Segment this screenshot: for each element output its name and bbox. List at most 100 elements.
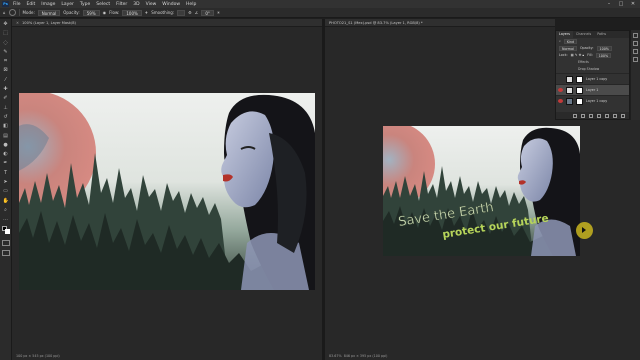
frame-tool-icon[interactable]: ⊠ (3, 67, 9, 73)
background-color[interactable] (5, 229, 10, 234)
angle-field[interactable]: 0° (201, 9, 214, 16)
brush-preset-icon[interactable] (8, 9, 16, 16)
layer-mask-thumbnail[interactable] (576, 86, 583, 94)
shape-tool-icon[interactable]: ▭ (3, 188, 9, 194)
new-layer-icon[interactable] (613, 113, 617, 118)
pressure-opacity-icon[interactable]: ◉ (103, 10, 107, 15)
lasso-tool-icon[interactable]: ◌ (3, 40, 9, 46)
airbrush-icon[interactable]: ✈ (145, 10, 148, 15)
add-mask-icon[interactable] (589, 113, 593, 118)
more-tools-icon[interactable]: … (3, 216, 9, 222)
adjustment-layer-icon[interactable] (597, 113, 601, 118)
tab-paths[interactable]: Paths (594, 31, 609, 38)
close-tab-icon[interactable]: ✕ (16, 21, 19, 25)
canvas-right[interactable]: Save the Earth protect our future (383, 126, 580, 256)
new-group-icon[interactable] (605, 113, 609, 118)
drop-shadow-item[interactable]: Drop Shadow (556, 66, 629, 73)
menu-file[interactable]: File (13, 2, 21, 7)
layer-name[interactable]: Layer 1 (586, 88, 598, 92)
crop-tool-icon[interactable]: ⌗ (3, 58, 9, 64)
layer-name[interactable]: Layer 1 copy (586, 77, 607, 81)
path-select-icon[interactable]: ➤ (3, 179, 9, 185)
visibility-eye-icon[interactable] (558, 99, 563, 103)
link-layers-icon[interactable] (573, 113, 577, 118)
fx-icon[interactable] (581, 113, 585, 118)
panel-icon-strip (631, 30, 640, 120)
menu-3d[interactable]: 3D (133, 2, 139, 7)
effects-item[interactable]: Effects (556, 59, 629, 66)
dodge-tool-icon[interactable]: ◐ (3, 151, 9, 157)
flow-field[interactable]: 100% (122, 9, 142, 16)
smoothing-settings-icon[interactable]: ⚙ (188, 10, 192, 15)
symmetry-icon[interactable]: ✳ (217, 10, 220, 15)
layer-row[interactable]: Layer 1 copy (556, 95, 629, 106)
divider (18, 9, 20, 16)
maximize-button[interactable]: □ (616, 0, 626, 8)
menu-select[interactable]: Select (96, 2, 110, 7)
menu-filter[interactable]: Filter (116, 2, 127, 7)
blend-mode-select[interactable]: Normal (559, 46, 577, 51)
menu-bar: Ps File Edit Image Layer Type Select Fil… (0, 0, 640, 8)
canvas-left[interactable] (19, 93, 315, 290)
trash-icon[interactable] (621, 113, 625, 118)
screen-mode-icon[interactable] (2, 250, 10, 256)
home-icon[interactable]: ⌂ (3, 10, 6, 15)
document-tab-right[interactable]: PHOTO21_S1 (Mex).psd @ 83.7% (Layer 1, R… (325, 19, 555, 27)
document-tab-left[interactable]: ✕ 100% (Layer 1, Layer Mask/8) (12, 19, 322, 27)
lock-icons[interactable]: ▦ ✎ ✥ 🔒︎ (571, 52, 585, 59)
eyedropper-tool-icon[interactable]: ⁄ (3, 77, 9, 83)
type-tool-icon[interactable]: T (3, 170, 9, 176)
zoom-tool-icon[interactable]: ⌕ (3, 207, 9, 213)
menu-view[interactable]: View (146, 2, 157, 7)
layer-row[interactable]: Layer 1 copy (556, 73, 629, 84)
brush-tool-icon[interactable]: ✐ (3, 95, 9, 101)
history-panel-icon[interactable] (633, 33, 638, 38)
menu-layer[interactable]: Layer (61, 2, 74, 7)
layer-name[interactable]: Layer 1 copy (586, 99, 607, 103)
menu-help[interactable]: Help (186, 2, 196, 7)
menu-type[interactable]: Type (80, 2, 90, 7)
pen-tool-icon[interactable]: ✒ (3, 160, 9, 166)
opacity-field[interactable]: 59% (82, 9, 100, 16)
lock-row: Lock: ▦ ✎ ✥ 🔒︎ Fill: 100% (556, 52, 629, 59)
history-brush-icon[interactable]: ↺ (3, 114, 9, 120)
stamp-tool-icon[interactable]: ⊥ (3, 105, 9, 111)
gradient-tool-icon[interactable]: ▤ (3, 133, 9, 139)
layer-mask-thumbnail[interactable] (576, 75, 583, 83)
document-title-left: 100% (Layer 1, Layer Mask/8) (22, 21, 76, 25)
smoothing-field[interactable] (177, 9, 186, 16)
marquee-tool-icon[interactable]: ⬚ (3, 30, 9, 36)
tab-channels[interactable]: Channels (573, 31, 594, 38)
mode-select[interactable]: Normal (37, 9, 61, 16)
visibility-eye-icon[interactable] (558, 77, 563, 81)
layer-mask-thumbnail[interactable] (576, 97, 583, 105)
layers-panel-footer (556, 112, 629, 119)
minimize-button[interactable]: – (604, 0, 614, 8)
fill-field[interactable]: 100% (595, 53, 612, 58)
layer-row-selected[interactable]: Layer 1 (556, 84, 629, 95)
libraries-panel-icon[interactable] (633, 57, 638, 62)
close-button[interactable]: ✕ (628, 0, 638, 8)
menu-window[interactable]: Window (162, 2, 180, 7)
properties-panel-icon[interactable] (633, 41, 638, 46)
healing-tool-icon[interactable]: ✚ (3, 86, 9, 92)
color-swatches[interactable] (2, 226, 10, 234)
move-tool-icon[interactable]: ✥ (3, 21, 9, 27)
eraser-tool-icon[interactable]: ◧ (3, 123, 9, 129)
adjustments-panel-icon[interactable] (633, 49, 638, 54)
angle-icon[interactable]: ∠ (195, 10, 199, 15)
hand-tool-icon[interactable]: ✋ (3, 198, 9, 204)
zoom-readout[interactable]: 83.67% (329, 354, 342, 358)
quick-mask-icon[interactable] (2, 240, 10, 246)
layer-opacity-field[interactable]: 100% (596, 46, 612, 51)
kind-filter-select[interactable]: Kind (563, 39, 578, 44)
visibility-eye-icon[interactable] (558, 88, 563, 92)
quick-select-tool-icon[interactable]: ✎ (3, 49, 9, 55)
menu-edit[interactable]: Edit (27, 2, 36, 7)
cursor-highlight (576, 222, 593, 239)
tab-layers[interactable]: Layers (556, 31, 573, 38)
blur-tool-icon[interactable]: ● (3, 142, 9, 148)
mode-label: Mode: (22, 10, 35, 15)
menu-image[interactable]: Image (41, 2, 55, 7)
filter-row: ⌕ Kind (556, 38, 629, 45)
